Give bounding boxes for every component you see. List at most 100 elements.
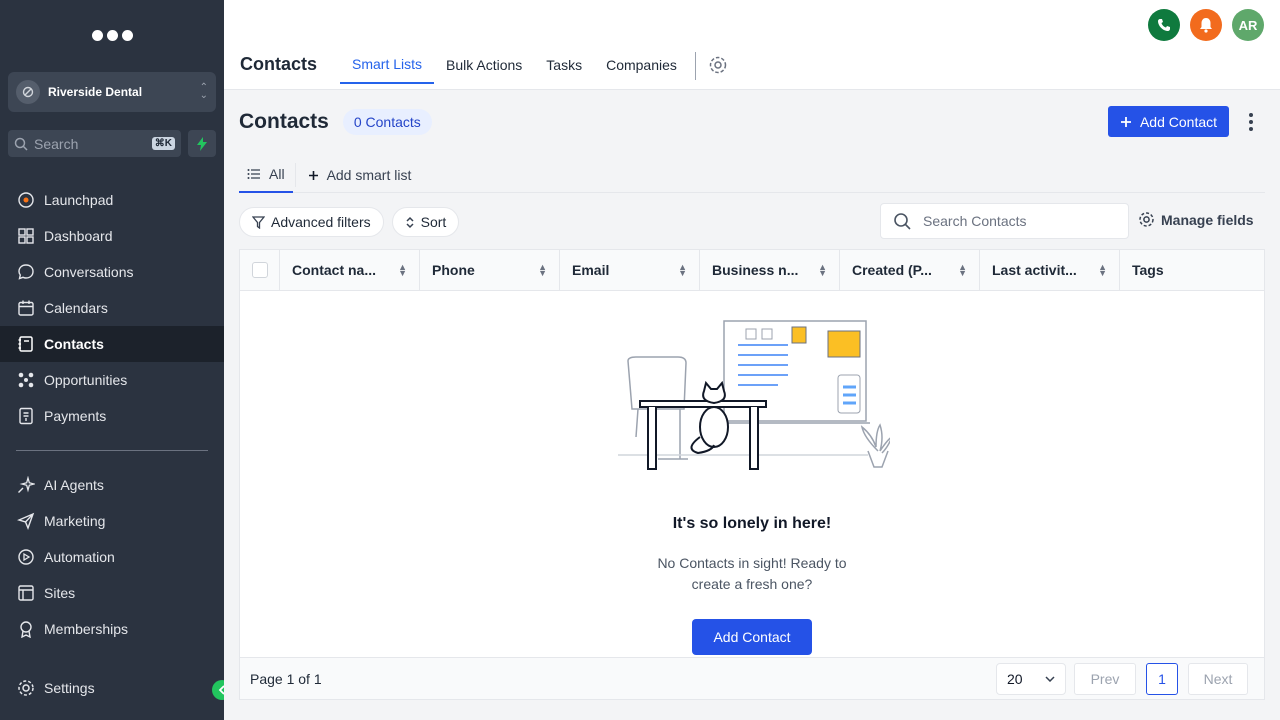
add-contact-label: Add Contact	[1139, 113, 1218, 130]
add-contact-button[interactable]: Add Contact	[1108, 106, 1229, 137]
contacts-table: Contact na... ▲ ▼ Phone ▲ ▼ Email ▲ ▼ Business…	[239, 249, 1265, 700]
empty-state-title: It's so lonely in here!	[672, 515, 832, 532]
sidebar-item-label: Contacts	[44, 336, 104, 352]
sort-icon: ▲ ▼	[538, 262, 547, 278]
section-title: Contacts	[240, 54, 318, 74]
sparkle-icon	[16, 475, 36, 495]
sort-icon	[406, 216, 414, 228]
sidebar-item-label: Payments	[44, 408, 107, 424]
advanced-filters-label: Advanced filters	[271, 214, 371, 230]
contacts-count-badge: 0 Contacts	[342, 109, 432, 135]
column-header-business-name[interactable]: Business n... ▲ ▼	[700, 250, 840, 290]
header-tabs: Smart Lists Bulk Actions Tasks Companies	[340, 46, 728, 90]
sidebar-item-marketing[interactable]: Marketing	[0, 503, 224, 539]
column-header-phone[interactable]: Phone ▲ ▼	[420, 250, 560, 290]
column-label: Created (P...	[852, 262, 932, 278]
sidebar-item-label: Sites	[44, 585, 76, 601]
settings-nav: Settings	[0, 670, 224, 706]
header-actions: AR	[1148, 9, 1264, 41]
opportunities-icon	[16, 370, 36, 390]
sidebar-divider	[16, 450, 208, 451]
tab-companies[interactable]: Companies	[594, 46, 689, 84]
plus-icon	[1120, 116, 1131, 127]
gear-icon	[709, 56, 727, 74]
phone-button[interactable]	[1148, 9, 1180, 41]
next-page-button[interactable]: Next	[1188, 662, 1248, 695]
filter-bar: Advanced filters Sort	[239, 207, 460, 237]
quick-actions-button[interactable]	[188, 130, 216, 157]
sidebar-item-label: Marketing	[44, 513, 106, 529]
sort-icon: ▲ ▼	[398, 262, 407, 278]
sidebar-item-label: Dashboard	[44, 228, 113, 244]
sidebar-item-conversations[interactable]: Conversations	[0, 254, 224, 290]
search-placeholder: Search	[34, 135, 79, 152]
shortcut-badge: ⌘K	[151, 137, 175, 150]
more-options-button[interactable]	[1244, 109, 1258, 135]
column-header-email[interactable]: Email ▲ ▼	[560, 250, 700, 290]
sidebar-item-ai-agents[interactable]: AI Agents	[0, 467, 224, 503]
smart-list-tab-all[interactable]: All	[239, 157, 293, 193]
sort-icon: ▲ ▼	[1098, 262, 1107, 278]
account-switcher[interactable]: Riverside Dental ⌃ ⌄	[8, 72, 216, 112]
gear-icon	[16, 678, 36, 698]
payments-icon	[16, 406, 36, 426]
sidebar-item-sites[interactable]: Sites	[0, 575, 224, 611]
sidebar-item-calendars[interactable]: Calendars	[0, 290, 224, 326]
sidebar-item-memberships[interactable]: Memberships	[0, 611, 224, 647]
tab-tasks[interactable]: Tasks	[534, 46, 594, 84]
per-page-select[interactable]: 20	[996, 662, 1066, 695]
column-label: Business n...	[712, 262, 799, 278]
sidebar-item-opportunities[interactable]: Opportunities	[0, 362, 224, 398]
select-all-checkbox[interactable]	[251, 262, 268, 278]
phone-icon	[1158, 19, 1170, 31]
sidebar-search[interactable]: Search ⌘K	[8, 130, 181, 157]
page-button-current[interactable]: 1	[1146, 662, 1178, 695]
table-header: Contact na... ▲ ▼ Phone ▲ ▼ Email ▲ ▼ Business…	[240, 250, 1264, 291]
search-icon	[894, 213, 911, 230]
column-label: Contact na...	[292, 262, 377, 278]
empty-add-contact-button[interactable]: Add Contact	[692, 619, 812, 655]
sidebar-item-launchpad[interactable]: Launchpad	[0, 182, 224, 218]
page-indicator: Page 1 of 1	[250, 670, 322, 687]
chevron-updown-icon: ⌃ ⌄	[199, 82, 208, 101]
sidebar-item-contacts[interactable]: Contacts	[0, 326, 224, 362]
notifications-button[interactable]	[1190, 9, 1222, 41]
column-header-created[interactable]: Created (P... ▲ ▼	[840, 250, 980, 290]
column-label: Last activit...	[992, 262, 1077, 278]
search-contacts-field[interactable]	[880, 203, 1129, 239]
sidebar-item-label: AI Agents	[44, 477, 104, 493]
sidebar-item-label: Automation	[44, 549, 115, 565]
filter-icon	[252, 215, 265, 229]
tab-divider	[694, 52, 696, 80]
advanced-filters-button[interactable]: Advanced filters	[239, 207, 384, 237]
sidebar-item-dashboard[interactable]: Dashboard	[0, 218, 224, 254]
contacts-icon	[16, 334, 36, 354]
sidebar-item-label: Conversations	[44, 264, 134, 280]
manage-fields-button[interactable]: Manage fields	[1138, 211, 1254, 228]
avatar[interactable]: AR	[1232, 9, 1264, 41]
add-smart-list-button[interactable]: Add smart list	[300, 157, 420, 193]
tab-smart-lists[interactable]: Smart Lists	[340, 46, 435, 84]
sidebar-item-automation[interactable]: Automation	[0, 539, 224, 575]
chevron-down-icon	[1045, 675, 1055, 682]
pagination: Page 1 of 1 20 Prev 1 Next	[240, 657, 1264, 699]
sort-button[interactable]: Sort	[391, 207, 460, 237]
list-icon	[247, 169, 260, 179]
smart-list-tab-label: All	[269, 166, 285, 182]
column-header-last-activity[interactable]: Last activit... ▲ ▼	[980, 250, 1120, 290]
bolt-icon	[197, 136, 207, 151]
prev-page-button[interactable]: Prev	[1074, 662, 1136, 695]
empty-state-subtitle: No Contacts in sight! Ready to create a …	[657, 555, 847, 592]
column-header-tags[interactable]: Tags	[1120, 250, 1264, 290]
column-header-contact-name[interactable]: Contact na... ▲ ▼	[280, 250, 420, 290]
sort-icon: ▲ ▼	[818, 262, 827, 278]
plus-icon	[308, 170, 318, 180]
top-header: Contacts Smart Lists Bulk Actions Tasks …	[224, 0, 1280, 90]
tab-bulk-actions[interactable]: Bulk Actions	[434, 46, 534, 84]
chat-icon	[16, 262, 36, 282]
sidebar-item-label: Opportunities	[44, 372, 128, 388]
contacts-settings-button[interactable]	[708, 46, 728, 84]
sidebar-item-settings[interactable]: Settings	[0, 670, 224, 706]
sidebar-item-payments[interactable]: Payments	[0, 398, 224, 434]
search-contacts-input[interactable]	[923, 213, 1113, 229]
